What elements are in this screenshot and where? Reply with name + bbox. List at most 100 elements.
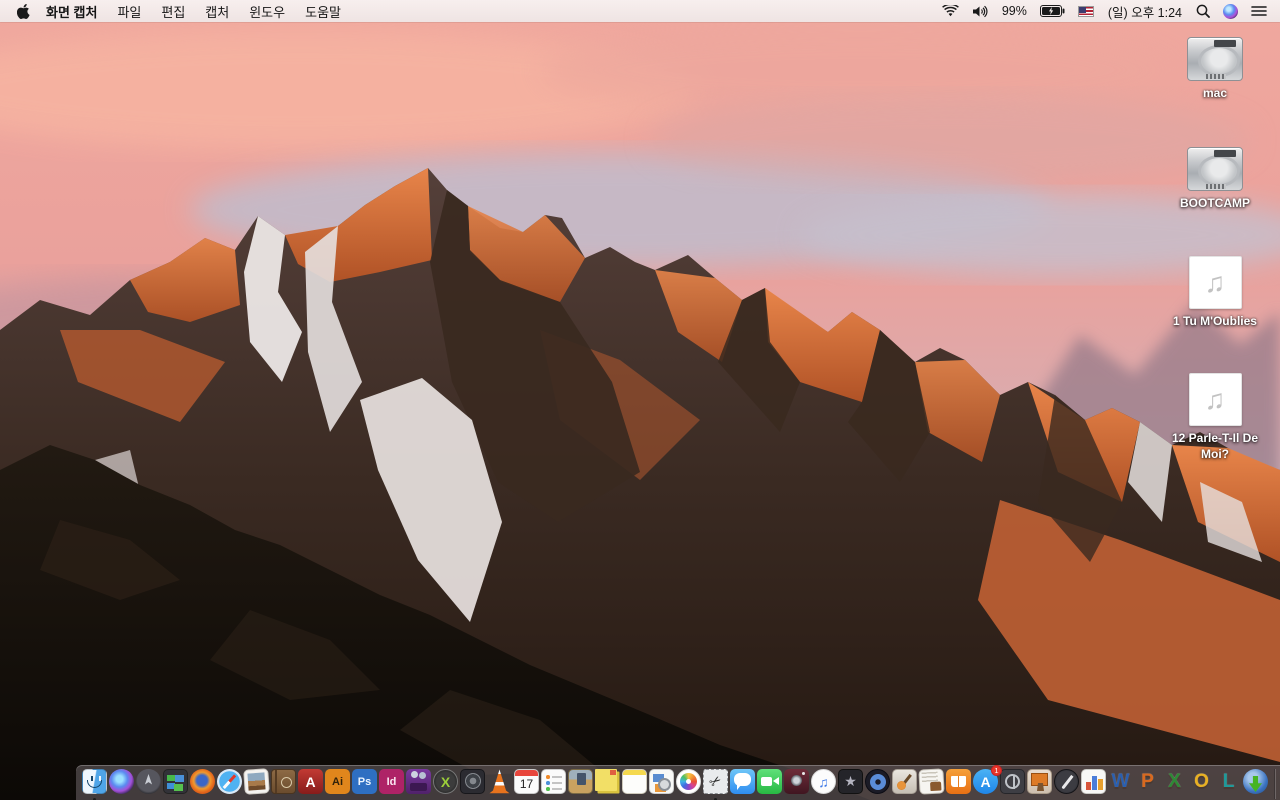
x-converter-icon: X [433, 769, 458, 794]
dock-papers-app[interactable] [918, 768, 945, 800]
wheel-app-icon [1000, 769, 1025, 794]
battery-status[interactable] [1037, 5, 1068, 17]
pages-pen-icon [1054, 769, 1079, 794]
dock-acrobat[interactable]: A [298, 769, 324, 800]
dock-itunes[interactable]: ♫ [811, 769, 837, 800]
macos-desktop: 화면 캡처 파일 편집 캡처 윈도우 도움말 99% (일) 오후 1:24 m… [0, 0, 1280, 800]
menu-clock[interactable]: (일) 오후 1:24 [1104, 2, 1186, 21]
dock-siri[interactable] [109, 769, 135, 800]
siri-icon [1223, 3, 1238, 19]
dock-outlook[interactable]: O [1189, 769, 1215, 800]
dock-app-store[interactable]: A1 [973, 765, 1002, 800]
photos-icon [676, 769, 701, 794]
dock-notes[interactable] [622, 769, 648, 800]
dock-word[interactable]: W [1108, 769, 1134, 800]
menu-window[interactable]: 윈도우 [239, 2, 295, 21]
active-app-menu[interactable]: 화면 캡처 [36, 2, 107, 21]
wifi-status[interactable] [939, 4, 962, 18]
garageband-guitar-icon [892, 769, 917, 794]
input-source[interactable] [1075, 5, 1097, 17]
dock-preferences-wheel[interactable] [1000, 769, 1026, 800]
photo-booth-icon [784, 769, 809, 794]
siri-menu[interactable] [1220, 3, 1241, 19]
music-note-glyph: ♫ [1204, 383, 1226, 415]
dock-facetime[interactable] [757, 769, 783, 800]
dock-globe-downloader[interactable] [1243, 769, 1269, 800]
dock-ibooks[interactable] [946, 769, 972, 800]
dock-mission-control[interactable] [163, 769, 189, 800]
finder-icon [82, 769, 107, 794]
messages-icon [730, 769, 755, 794]
menu-file[interactable]: 파일 [107, 2, 151, 21]
dock-pages[interactable] [1054, 769, 1080, 800]
dock-excel[interactable]: X [1162, 769, 1188, 800]
safari-icon [217, 769, 242, 794]
desktop-icon-audio-1[interactable]: ♫ 1 Tu M'Oublies [1155, 256, 1275, 330]
app-store-badge: 1 [991, 765, 1002, 776]
mission-control-icon [163, 769, 188, 794]
dock-disk-tool[interactable] [460, 769, 486, 800]
dock-imovie[interactable]: ★ [838, 769, 864, 800]
desktop-icon-mac-disk[interactable]: mac [1155, 37, 1275, 102]
music-note-glyph: ♫ [1204, 266, 1226, 298]
excel-glyph: X [1168, 770, 1181, 792]
acrobat-reader-icon: A [298, 769, 323, 794]
disk-label: BOOTCAMP [1180, 196, 1250, 210]
desktop-icon-audio-2[interactable]: ♫ 12 Parle-T-Il De Moi? [1155, 373, 1275, 462]
dock-photoshop[interactable]: Ps [352, 769, 378, 800]
notification-center-icon [1251, 6, 1267, 16]
apple-logo-icon [16, 3, 30, 19]
dock-launchpad[interactable] [136, 769, 162, 800]
dock-keynote[interactable] [1027, 769, 1053, 800]
dock-grab[interactable]: ✂ [703, 769, 729, 800]
menu-edit[interactable]: 편집 [151, 2, 195, 21]
audio-label: 12 Parle-T-Il De Moi? [1171, 431, 1259, 461]
dock-powerpoint[interactable]: P [1135, 769, 1161, 800]
indesign-glyph: Id [386, 775, 397, 788]
star-glyph: ★ [844, 773, 857, 789]
outlook-glyph: O [1194, 770, 1209, 792]
hard-disk-icon [1187, 147, 1243, 191]
powerpoint-glyph: P [1141, 770, 1154, 792]
dock-archive-utility[interactable] [568, 769, 594, 800]
dock-indesign[interactable]: Id [379, 769, 405, 800]
dock-contacts[interactable] [271, 769, 297, 800]
papers-app-icon [918, 768, 945, 795]
scissors-glyph: ✂ [705, 771, 725, 792]
dock-messages[interactable] [730, 769, 756, 800]
vlc-cone-icon [489, 769, 510, 794]
dock-lync[interactable]: L [1216, 769, 1242, 800]
app-store-icon: A1 [973, 765, 1002, 794]
battery-percent: 99% [1001, 4, 1027, 18]
archive-utility-icon [568, 769, 593, 794]
dock-calendar[interactable]: 17 [514, 769, 540, 800]
dock-preview[interactable] [243, 768, 270, 800]
dock-finder[interactable] [82, 769, 108, 800]
menu-help[interactable]: 도움말 [295, 2, 351, 21]
dock-toast[interactable] [406, 769, 432, 800]
dock-scanner-app[interactable] [649, 769, 675, 800]
dock-safari[interactable] [217, 769, 243, 800]
spotlight[interactable] [1193, 4, 1213, 18]
lync-glyph: L [1222, 770, 1235, 792]
desktop-icon-bootcamp-disk[interactable]: BOOTCAMP [1155, 147, 1275, 212]
dock-stickies[interactable] [595, 769, 621, 800]
dock-illustrator[interactable]: Ai [325, 769, 351, 800]
dock-reminders[interactable] [541, 769, 567, 800]
dock-numbers[interactable] [1081, 769, 1107, 800]
menu-capture[interactable]: 캡처 [195, 2, 239, 21]
notes-icon [622, 769, 647, 794]
dock-photo-booth[interactable] [784, 769, 810, 800]
notification-center[interactable] [1248, 5, 1270, 17]
dock-x-converter[interactable]: X [433, 769, 459, 800]
dock-firefox[interactable] [190, 769, 216, 800]
apple-menu[interactable] [10, 3, 36, 19]
dock-vlc[interactable] [487, 769, 513, 800]
firefox-icon [190, 769, 215, 794]
dock-photos[interactable] [676, 769, 702, 800]
volume-status[interactable] [969, 5, 992, 18]
contacts-icon [271, 769, 296, 794]
dock-dvd-player[interactable] [865, 769, 891, 800]
dock-garageband[interactable] [892, 769, 918, 800]
dock-separator [1273, 769, 1275, 799]
